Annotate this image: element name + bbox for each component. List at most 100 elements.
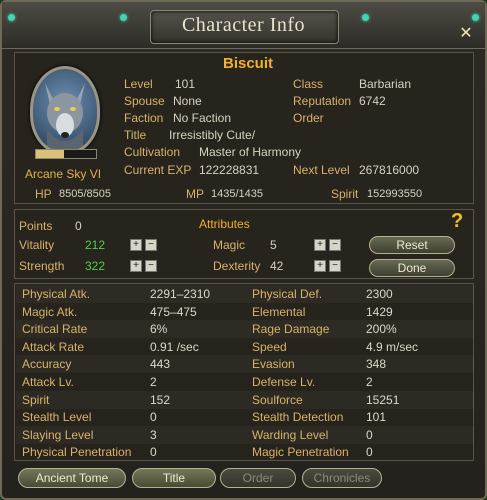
attributes-heading: Attributes	[199, 217, 250, 231]
stat-value: 15251	[366, 392, 400, 407]
stat-value: 152	[150, 392, 171, 407]
attributes-panel: Points 0 Attributes ? Vitality 212 + − S…	[14, 209, 474, 279]
spouse-label: Spouse	[124, 94, 165, 108]
tab-chronicles[interactable]: Chronicles	[302, 468, 382, 488]
stat-label: Physical Def.	[252, 287, 323, 301]
stat-row: Accuracy 443 Evasion 348	[16, 355, 474, 373]
stat-label: Speed	[252, 339, 287, 354]
dexterity-value: 42	[270, 259, 284, 273]
dexterity-minus-button[interactable]: −	[329, 260, 341, 272]
gem-ornament-left	[120, 14, 127, 21]
gem-ornament-corner-left	[8, 14, 15, 21]
stat-value: 200%	[366, 322, 397, 337]
spirit-label: Spirit	[331, 187, 359, 201]
gem-ornament-corner-right	[472, 14, 479, 21]
magic-plus-button[interactable]: +	[314, 239, 326, 251]
stat-label: Magic Penetration	[252, 445, 349, 460]
stat-row: Physical Atk. 2291–2310 Physical Def. 2300	[16, 285, 474, 303]
title-bar[interactable]: Character Info ✕	[2, 2, 485, 49]
stat-value: 348	[366, 357, 387, 372]
reset-button[interactable]: Reset	[369, 236, 455, 254]
stat-value: 0.91 /sec	[150, 339, 199, 354]
stat-row: Attack Lv. 2 Defense Lv. 2	[16, 373, 474, 391]
dexterity-plus-button[interactable]: +	[314, 260, 326, 272]
tab-title[interactable]: Title	[132, 468, 216, 488]
stat-label: Slaying Level	[22, 427, 94, 442]
magic-minus-button[interactable]: −	[329, 239, 341, 251]
character-panel: Biscuit Arcane Sky VI Level 101 Spouse N…	[14, 52, 474, 204]
character-info-window: Character Info ✕ Biscuit Arcane Sky VI L…	[0, 0, 487, 500]
character-portrait	[30, 66, 100, 154]
reputation-label: Reputation	[293, 94, 352, 108]
faction-value: No Faction	[173, 111, 232, 125]
exp-value: 122228831	[199, 163, 260, 177]
stat-value: 2	[366, 375, 373, 389]
magic-label: Magic	[213, 238, 246, 252]
stat-row: Spirit 152 Soulforce 15251	[16, 391, 474, 409]
stat-row: Magic Atk. 475–475 Elemental 1429	[16, 303, 474, 321]
stat-row: Attack Rate 0.91 /sec Speed 4.9 m/sec	[16, 338, 474, 356]
stat-label: Stealth Detection	[252, 410, 344, 425]
stat-label: Defense Lv.	[252, 375, 316, 389]
tab-order[interactable]: Order	[220, 468, 296, 488]
vitality-plus-button[interactable]: +	[130, 239, 142, 251]
stat-label: Soulforce	[252, 392, 303, 407]
strength-minus-button[interactable]: −	[145, 260, 157, 272]
stat-value: 443	[150, 357, 171, 372]
stat-value: 2300	[366, 287, 393, 301]
stat-label: Rage Damage	[252, 322, 330, 337]
class-value: Barbarian	[359, 77, 412, 91]
magic-value: 5	[270, 238, 277, 252]
strength-plus-button[interactable]: +	[130, 260, 142, 272]
exp-progress-fill	[36, 150, 64, 158]
reputation-value: 6742	[359, 94, 386, 108]
stat-value: 6%	[150, 322, 168, 337]
title-label: Title	[124, 128, 147, 142]
stat-value: 4.9 m/sec	[366, 339, 419, 354]
level-label: Level	[124, 77, 153, 91]
order-label: Order	[293, 111, 324, 125]
class-label: Class	[293, 77, 324, 91]
cultivation-value: Master of Harmony	[199, 145, 302, 159]
cultivation-label: Cultivation	[124, 145, 181, 159]
vitality-minus-button[interactable]: −	[145, 239, 157, 251]
stat-value: 101	[366, 410, 387, 425]
stat-label: Elemental	[252, 304, 306, 319]
done-button[interactable]: Done	[369, 259, 455, 277]
character-name: Biscuit	[222, 55, 273, 72]
stat-value: 0	[366, 445, 373, 460]
gem-ornament-right	[362, 14, 369, 21]
next-level-label: Next Level	[293, 163, 350, 177]
wolf-portrait-icon	[45, 83, 85, 151]
level-value: 101	[175, 77, 196, 91]
next-level-value: 267816000	[359, 163, 420, 177]
hp-label: HP	[35, 187, 52, 201]
stat-row: Physical Penetration 0 Magic Penetration 0	[16, 443, 474, 461]
vitality-label: Vitality	[19, 238, 55, 252]
stat-value: 1429	[366, 304, 393, 319]
stat-row: Critical Rate 6% Rage Damage 200%	[16, 320, 474, 338]
stat-label: Critical Rate	[22, 322, 88, 337]
stat-label: Accuracy	[22, 357, 72, 372]
vitality-value: 212	[85, 238, 106, 252]
stat-label: Attack Rate	[22, 339, 85, 354]
tab-ancient-tome[interactable]: Ancient Tome	[18, 468, 126, 488]
stat-label: Physical Atk.	[22, 287, 91, 301]
stat-label: Spirit	[22, 392, 50, 407]
faction-label: Faction	[124, 111, 164, 125]
mp-label: MP	[186, 187, 204, 201]
close-icon[interactable]: ✕	[458, 26, 474, 42]
spirit-value: 152993550	[367, 188, 423, 200]
strength-label: Strength	[19, 259, 65, 273]
stat-value: 2	[150, 375, 157, 389]
stat-value: 0	[366, 427, 373, 442]
points-label: Points	[19, 219, 53, 233]
stat-row: Slaying Level 3 Warding Level 0	[16, 426, 474, 444]
stat-value: 3	[150, 427, 157, 442]
stat-label: Evasion	[252, 357, 295, 372]
mp-value: 1435/1435	[211, 188, 263, 200]
dexterity-label: Dexterity	[213, 259, 261, 273]
stat-label: Magic Atk.	[22, 304, 78, 319]
points-value: 0	[75, 219, 82, 233]
help-icon[interactable]: ?	[451, 210, 463, 233]
